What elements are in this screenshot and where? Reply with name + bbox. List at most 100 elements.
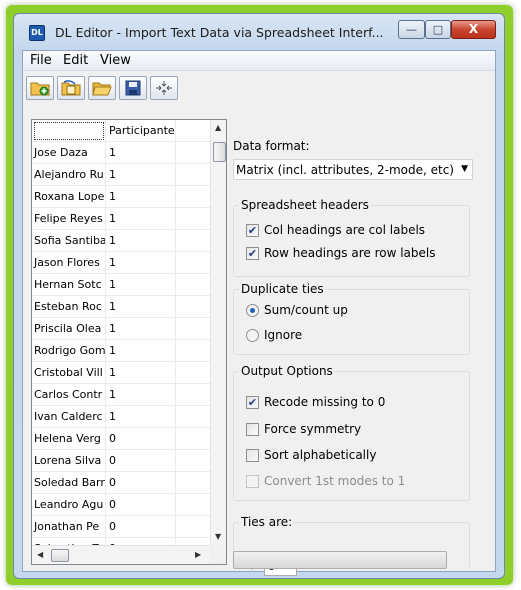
row-name-cell[interactable]: Hernan Sotc: [32, 274, 106, 296]
row-name-cell[interactable]: Rodrigo Gom: [32, 340, 106, 362]
row-value-cell[interactable]: 1: [107, 340, 176, 362]
row-empty-cell[interactable]: [177, 318, 210, 340]
import-button[interactable]: [57, 76, 85, 100]
table-row[interactable]: Rodrigo Gom 1: [32, 340, 210, 362]
table-row[interactable]: Sofia Santiba 1: [32, 230, 210, 252]
close-button[interactable]: X: [451, 20, 496, 39]
data-format-select[interactable]: Matrix (incl. attributes, 2-mode, etc) ▼: [233, 159, 473, 180]
row-empty-cell[interactable]: [177, 252, 210, 274]
row-value-cell[interactable]: 1: [107, 164, 176, 186]
row-empty-cell[interactable]: [177, 428, 210, 450]
table-row[interactable]: Soledad Barr 0: [32, 472, 210, 494]
row-name-cell[interactable]: Esteban Roc: [32, 296, 106, 318]
row-empty-cell[interactable]: [177, 538, 210, 545]
row-value-cell[interactable]: 0: [107, 516, 176, 538]
row-empty-cell[interactable]: [177, 230, 210, 252]
row-value-cell[interactable]: 0: [107, 538, 176, 545]
title-bar[interactable]: DL DL Editor - Import Text Data via Spre…: [14, 14, 504, 50]
new-button[interactable]: [26, 76, 54, 100]
table-row[interactable]: Jason Flores 1: [32, 252, 210, 274]
horizontal-scroll-thumb[interactable]: [51, 549, 69, 562]
row-value-cell[interactable]: 0: [107, 472, 176, 494]
row-name-cell[interactable]: Jose Daza: [32, 142, 106, 164]
scroll-left-icon[interactable]: ◀: [37, 550, 43, 559]
row-empty-cell[interactable]: [177, 406, 210, 428]
row-empty-cell[interactable]: [177, 186, 210, 208]
expand-button[interactable]: [150, 76, 178, 100]
row-name-cell[interactable]: Priscila Olea: [32, 318, 106, 340]
row-name-cell[interactable]: Sebastian Zz: [32, 538, 106, 545]
table-row[interactable]: Hernan Sotc 1: [32, 274, 210, 296]
row-empty-cell[interactable]: [177, 208, 210, 230]
column-header-empty[interactable]: [177, 120, 210, 142]
row-name-cell[interactable]: Felipe Reyes: [32, 208, 106, 230]
horizontal-scrollbar[interactable]: ◀ ▶: [32, 545, 210, 564]
row-value-cell[interactable]: 0: [107, 494, 176, 516]
row-name-cell[interactable]: Lorena Silva: [32, 450, 106, 472]
row-name-cell[interactable]: Soledad Barr: [32, 472, 106, 494]
table-row[interactable]: Jose Daza 1: [32, 142, 210, 164]
menu-edit[interactable]: Edit: [63, 53, 88, 68]
row-empty-cell[interactable]: [177, 494, 210, 516]
row-name-cell[interactable]: Cristobal Vill: [32, 362, 106, 384]
table-row[interactable]: Ivan Calderc 1: [32, 406, 210, 428]
maximize-button[interactable]: □: [425, 20, 451, 39]
row-empty-cell[interactable]: [177, 142, 210, 164]
table-row[interactable]: Sebastian Zz0: [32, 538, 210, 545]
row-empty-cell[interactable]: [177, 516, 210, 538]
row-value-cell[interactable]: 0: [107, 450, 176, 472]
row-empty-cell[interactable]: [177, 164, 210, 186]
table-row[interactable]: Alejandro Ru 1: [32, 164, 210, 186]
table-row[interactable]: Jonathan Pe 0: [32, 516, 210, 538]
scroll-right-icon[interactable]: ▶: [195, 550, 201, 559]
corner-cell[interactable]: [32, 120, 106, 142]
scroll-down-icon[interactable]: ▼: [215, 532, 221, 541]
spreadsheet-grid[interactable]: Participantes Jose Daza 1 Alejandro Ru 1 Rox…: [31, 119, 227, 565]
table-row[interactable]: Cristobal Vill 1: [32, 362, 210, 384]
row-name-cell[interactable]: Alejandro Ru: [32, 164, 106, 186]
column-header[interactable]: Participantes: [107, 120, 176, 142]
scroll-up-icon[interactable]: ▲: [215, 123, 221, 132]
row-value-cell[interactable]: 1: [107, 362, 176, 384]
row-empty-cell[interactable]: [177, 384, 210, 406]
row-name-cell[interactable]: Ivan Calderc: [32, 406, 106, 428]
row-name-cell[interactable]: Sofia Santiba: [32, 230, 106, 252]
row-value-cell[interactable]: 1: [107, 384, 176, 406]
row-value-cell[interactable]: 1: [107, 142, 176, 164]
row-name-cell[interactable]: Jonathan Pe: [32, 516, 106, 538]
row-name-cell[interactable]: Carlos Contr: [32, 384, 106, 406]
row-name-cell[interactable]: Jason Flores: [32, 252, 106, 274]
table-row[interactable]: Roxana Lope 1: [32, 186, 210, 208]
row-value-cell[interactable]: 1: [107, 296, 176, 318]
row-empty-cell[interactable]: [177, 274, 210, 296]
minimize-button[interactable]: —: [398, 20, 425, 39]
row-empty-cell[interactable]: [177, 450, 210, 472]
row-empty-cell[interactable]: [177, 472, 210, 494]
open-folder-button[interactable]: [88, 76, 116, 100]
row-value-cell[interactable]: 1: [107, 230, 176, 252]
row-empty-cell[interactable]: [177, 362, 210, 384]
row-value-cell[interactable]: 1: [107, 406, 176, 428]
row-value-cell[interactable]: 1: [107, 318, 176, 340]
table-row[interactable]: Lorena Silva 0: [32, 450, 210, 472]
row-value-cell[interactable]: 1: [107, 274, 176, 296]
table-row[interactable]: Leandro Agu 0: [32, 494, 210, 516]
row-empty-cell[interactable]: [177, 340, 210, 362]
table-row[interactable]: Carlos Contr 1: [32, 384, 210, 406]
row-value-cell[interactable]: 1: [107, 252, 176, 274]
vertical-scrollbar[interactable]: ▲ ▼: [210, 120, 226, 545]
row-value-cell[interactable]: 0: [107, 428, 176, 450]
table-row[interactable]: Priscila Olea 1: [32, 318, 210, 340]
row-value-cell[interactable]: 1: [107, 186, 176, 208]
save-button[interactable]: [119, 76, 147, 100]
vertical-scroll-thumb[interactable]: [213, 142, 226, 162]
row-name-cell[interactable]: Helena Verg: [32, 428, 106, 450]
row-value-cell[interactable]: 1: [107, 208, 176, 230]
menu-file[interactable]: File: [30, 53, 52, 68]
table-row[interactable]: Felipe Reyes 1: [32, 208, 210, 230]
row-empty-cell[interactable]: [177, 296, 210, 318]
table-row[interactable]: Helena Verg 0: [32, 428, 210, 450]
row-name-cell[interactable]: Roxana Lope: [32, 186, 106, 208]
menu-view[interactable]: View: [100, 53, 131, 68]
table-row[interactable]: Esteban Roc 1: [32, 296, 210, 318]
